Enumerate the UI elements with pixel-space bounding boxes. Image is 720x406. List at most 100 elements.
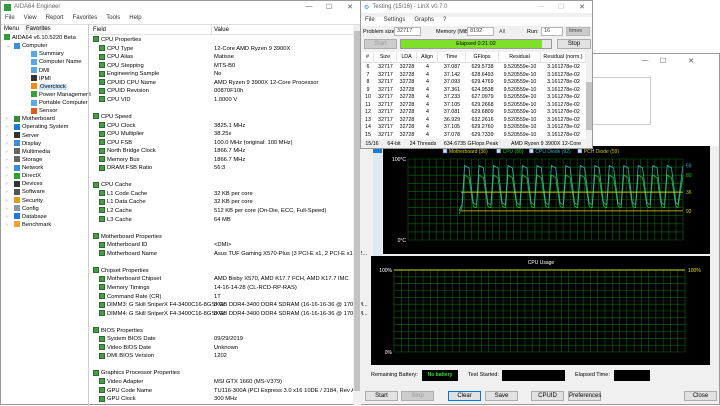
maximize-button[interactable]: ☐ <box>657 57 669 65</box>
tree-item-computer-name[interactable]: Computer Name <box>31 58 82 66</box>
list-item[interactable]: CPU Clock 3825.1 MHz <box>99 121 349 130</box>
list-item[interactable]: Motherboard ID <DMI> <box>99 241 349 249</box>
table-row[interactable]: 7 32717 32728 4 37.142 628.6493 9.520559e-10 3.… <box>362 72 587 80</box>
list-item[interactable]: CPU Type 12-Core AMD Ryzen 9 3900X <box>99 45 349 53</box>
tree-item-dmi[interactable]: DMI <box>31 66 50 75</box>
minimize-button[interactable]: — <box>303 3 315 10</box>
tree-item-summary[interactable]: Summary <box>31 50 64 58</box>
table-row[interactable]: 11 32717 32728 4 37.105 629.2668 9.520559e-10 3… <box>362 102 587 110</box>
menu-item-file[interactable]: File <box>365 17 375 26</box>
list-item[interactable]: CPU VID 1.0000 V <box>99 96 349 104</box>
tree-item-computer[interactable]: ⌄ Computer <box>6 42 47 50</box>
cpuid-button[interactable]: CPUID <box>531 391 564 401</box>
expander-icon[interactable]: › <box>6 213 14 221</box>
list-item[interactable]: DIMM4: G Skill SniperX F4-3400C16-8GSXW 8… <box>99 310 368 318</box>
list-item[interactable]: CPU Alias Matisse <box>99 53 349 61</box>
stop-button[interactable]: Stop <box>401 391 434 401</box>
list-item[interactable]: Memory Bus 1866.7 MHz <box>99 156 349 164</box>
menu-item-[interactable]: ? <box>443 17 446 26</box>
expander-icon[interactable]: › <box>6 221 14 229</box>
expander-icon[interactable]: › <box>6 205 14 213</box>
tree-item-database[interactable]: › Database <box>6 213 47 221</box>
table-row[interactable]: 8 32717 32728 4 37.093 629.4769 9.520559e-10 3.… <box>362 79 587 87</box>
expander-icon[interactable]: › <box>6 180 14 188</box>
start-button[interactable]: Start <box>365 391 398 401</box>
expander-icon[interactable]: › <box>6 140 14 148</box>
tree-item-sensor[interactable]: Sensor <box>31 107 57 115</box>
column-header[interactable]: Size <box>374 52 397 63</box>
column-header[interactable]: Time <box>438 52 466 63</box>
tree-item-storage[interactable]: › Storage <box>6 156 42 164</box>
expander-icon[interactable]: › <box>6 156 14 164</box>
all-link[interactable]: All <box>499 29 505 35</box>
close-button[interactable]: Close <box>684 391 717 401</box>
table-row[interactable]: 12 32717 32728 4 37.081 629.6809 9.520559e-10 3… <box>362 109 587 117</box>
expander-icon[interactable]: › <box>6 164 14 172</box>
close-window-button[interactable]: ✕ <box>576 3 588 11</box>
list-item[interactable]: Memory Timings 14-16-14-28 (CL-RCD-RP-RAS… <box>99 284 349 292</box>
list-item[interactable]: L1 Code Cache 32 KB per core <box>99 190 349 198</box>
menu-item-favorites[interactable]: Favorites <box>73 15 98 21</box>
list-item[interactable]: Command Rate (CR) 1T <box>99 292 349 301</box>
list-item[interactable]: System BIOS Date 09/29/2019 <box>99 335 349 343</box>
tree-item-power-management[interactable]: Power Management <box>31 91 91 99</box>
menu-item-file[interactable]: File <box>5 15 15 21</box>
table-row[interactable]: 10 32717 32728 4 37.233 627.0979 9.520559e-10 3… <box>362 94 587 102</box>
tree-item-directx[interactable]: › DirectX <box>6 172 41 180</box>
list-item[interactable]: CPUID Revision 00870F10h <box>99 87 349 95</box>
list-item[interactable]: CPU FSB 100.0 MHz (original: 100 MHz) <box>99 139 349 147</box>
expander-icon[interactable]: › <box>6 115 14 123</box>
list-item[interactable]: Motherboard Name Asus TUF Gaming X570-Plu… <box>99 250 367 258</box>
minimize-button[interactable]: — <box>535 3 547 10</box>
list-item[interactable]: GPU Code Name TU116-300A (PCI Express 3.0… <box>99 387 360 395</box>
column-header[interactable]: Align <box>417 52 438 63</box>
expander-icon[interactable]: › <box>6 132 14 140</box>
menu-item-report[interactable]: Report <box>46 15 64 21</box>
column-header[interactable]: Residual <box>499 52 541 63</box>
menu-item-help[interactable]: Help <box>129 15 141 21</box>
menu-item-view[interactable]: View <box>24 15 37 21</box>
preferences-button[interactable]: Preferences <box>568 391 601 401</box>
column-header[interactable]: Residual (norm.) <box>541 52 586 63</box>
tree-item-server[interactable]: › Server <box>6 132 39 140</box>
save-button[interactable]: Save <box>485 391 518 401</box>
maximize-button[interactable]: ☐ <box>323 3 335 11</box>
table-row[interactable]: 13 32717 32728 4 36.929 632.2616 9.520559e-10 3… <box>362 117 587 125</box>
column-header-value[interactable]: Value <box>214 27 229 33</box>
tab-favorites[interactable]: Favorites <box>24 26 51 34</box>
column-header[interactable]: GFlops <box>466 52 499 63</box>
linx-stop-button[interactable]: Stop <box>557 39 591 49</box>
tree-item-display[interactable]: › Display <box>6 140 41 148</box>
close-window-button[interactable]: ✕ <box>685 57 697 65</box>
table-row[interactable]: 9 32717 32728 4 37.361 624.9538 9.520559e-10 3.… <box>362 87 587 95</box>
list-item[interactable]: Video BIOS Date Unknown <box>99 344 349 352</box>
expander-icon[interactable]: › <box>6 123 14 131</box>
expander-icon[interactable]: › <box>6 188 14 196</box>
table-row[interactable]: 6 32717 32728 4 37.087 629.5738 9.520559e-10 3.… <box>362 64 587 72</box>
list-item[interactable]: Video Adapter MSI GTX 1660 (MS-V379) <box>99 378 349 386</box>
list-item[interactable]: Engineering Sample No <box>99 70 349 78</box>
expander-icon[interactable]: › <box>6 172 14 180</box>
close-window-button[interactable]: ✕ <box>344 3 356 11</box>
list-item[interactable]: GPU Clock 300 MHz <box>99 395 349 403</box>
tree-item-overclock[interactable]: Overclock <box>31 83 67 91</box>
list-item[interactable]: L3 Cache 64 MB <box>99 216 349 224</box>
expander-icon[interactable]: ⌄ <box>6 42 14 50</box>
tree-item-portable-computer[interactable]: Portable Computer <box>31 99 88 107</box>
list-item[interactable]: North Bridge Clock 1866.7 MHz <box>99 147 349 155</box>
tree-item-network[interactable]: › Network <box>6 164 43 172</box>
expander-icon[interactable]: › <box>6 197 14 205</box>
tree-item-software[interactable]: › Software <box>6 188 45 196</box>
tree-item-multimedia[interactable]: › Multimedia <box>6 148 50 156</box>
menu-item-tools[interactable]: Tools <box>106 15 120 21</box>
list-item[interactable]: CPU Multiplier 38.25x <box>99 130 349 138</box>
run-count-input[interactable]: 16 <box>541 27 563 36</box>
tree-item-operating-system[interactable]: › Operating System <box>6 123 68 131</box>
column-header[interactable]: LDA <box>397 52 417 63</box>
list-item[interactable]: Motherboard Chipset AMD Bixby X570, AMD K… <box>99 275 349 283</box>
menu-item-settings[interactable]: Settings <box>384 17 406 26</box>
tree-item-config[interactable]: › Config <box>6 205 39 213</box>
tree-item-motherboard[interactable]: › Motherboard <box>6 115 55 123</box>
problem-size-input[interactable]: 32717 <box>394 27 421 36</box>
tree-item-aida64-v6-10-5220-beta[interactable]: AIDA64 v6.10.5220 Beta <box>4 34 76 42</box>
